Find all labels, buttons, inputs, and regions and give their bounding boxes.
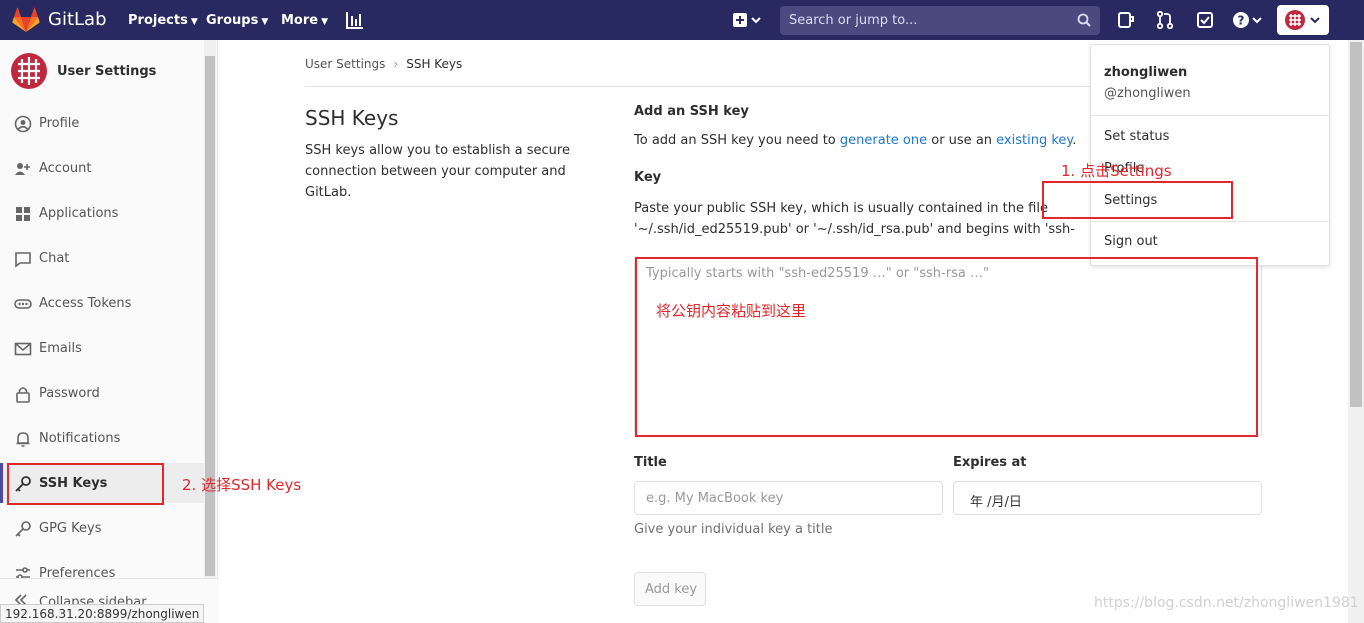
profile-icon [14, 115, 32, 133]
sidebar-item-profile[interactable]: Profile [0, 103, 204, 143]
dropdown-username: zhongliwen [1104, 65, 1188, 80]
search-icon [1077, 13, 1091, 27]
nav-groups[interactable]: Groups ▼ [206, 13, 268, 28]
annotation-step2: 2. 选择SSH Keys [182, 476, 302, 494]
watermark: https://blog.csdn.net/zhongliwen1981 [1094, 595, 1359, 611]
search-placeholder: Search or jump to... [789, 13, 918, 28]
nav-projects[interactable]: Projects ▼ [128, 13, 198, 28]
title-hint: Give your individual key a title [634, 522, 833, 537]
expires-date-placeholder: 年 /月/日 [970, 495, 1022, 510]
chevron-down-icon: ▼ [190, 17, 198, 27]
sidebar-item-notifications[interactable]: Notifications [0, 418, 204, 458]
sidebar-item-applications[interactable]: Applications [0, 193, 204, 233]
chevron-down-icon: ▼ [321, 17, 329, 27]
title-label: Title [634, 455, 667, 470]
page-description: SSH keys allow you to establish a secure… [305, 143, 570, 200]
existing-key-link[interactable]: existing key [996, 133, 1072, 148]
sidebar-item-label: Access Tokens [39, 296, 132, 311]
key-help-text: Paste your public SSH key, which is usua… [634, 201, 1075, 237]
add-text-prefix: To add an SSH key you need to [634, 133, 840, 148]
menu-item-set-status[interactable]: Set status [1104, 129, 1169, 144]
annotation-box-key-textarea [635, 257, 1258, 437]
key-icon [15, 521, 31, 537]
account-icon [15, 163, 30, 175]
applications-icon [16, 207, 30, 221]
annotation-step1: 1. 点击Settings [1061, 162, 1172, 180]
sidebar-item-label: Chat [39, 251, 70, 266]
sidebar-item-account[interactable]: Account [0, 148, 204, 188]
nav-projects-label: Projects [128, 13, 188, 28]
chat-icon [15, 252, 31, 268]
title-input[interactable]: e.g. My MacBook key [634, 481, 943, 515]
status-bar-url: 192.168.31.20:8899/zhongliwen [0, 604, 205, 623]
page-title: SSH Keys [305, 106, 399, 130]
svg-text:?: ? [1238, 14, 1245, 28]
sidebar-item-emails[interactable]: Emails [0, 328, 204, 368]
sidebar-item-password[interactable]: Password [0, 373, 204, 413]
add-text-mid: or use an [927, 133, 997, 148]
annotation-box-settings [1042, 181, 1233, 219]
nav-groups-label: Groups [206, 13, 259, 28]
title-input-placeholder: e.g. My MacBook key [646, 491, 784, 506]
gitlab-logo-icon[interactable] [12, 7, 40, 33]
nav-more[interactable]: More ▼ [281, 13, 328, 28]
divider [1091, 221, 1329, 222]
lock-icon [16, 387, 30, 403]
expires-label: Expires at [953, 455, 1027, 470]
breadcrumb-current[interactable]: SSH Keys [406, 57, 462, 71]
page-scrollbar-thumb[interactable] [1350, 42, 1362, 407]
sidebar-item-access-tokens[interactable]: Access Tokens [0, 283, 204, 323]
sidebar-scrollbar[interactable] [204, 40, 216, 580]
breadcrumb: User Settings › SSH Keys [305, 57, 462, 71]
annotation-paste-note: 将公钥内容粘贴到这里 [656, 302, 807, 320]
user-menu-button[interactable] [1277, 5, 1329, 35]
merge-request-icon[interactable] [1155, 10, 1175, 30]
help-icon[interactable]: ? [1232, 10, 1264, 30]
search-input[interactable]: Search or jump to... [780, 6, 1100, 35]
access-tokens-icon [14, 299, 32, 309]
breadcrumb-parent[interactable]: User Settings [305, 57, 385, 71]
chevron-right-icon: › [393, 57, 399, 71]
nav-more-label: More [281, 13, 319, 28]
sidebar-item-gpg-keys[interactable]: GPG Keys [0, 508, 204, 548]
issues-icon[interactable] [1116, 10, 1136, 30]
sidebar-item-label: Emails [39, 341, 82, 356]
sidebar-item-chat[interactable]: Chat [0, 238, 204, 278]
sidebar-item-label: Account [39, 161, 92, 176]
generate-one-link[interactable]: generate one [840, 133, 927, 148]
divider [1091, 115, 1329, 116]
user-dropdown-menu: zhongliwen @zhongliwen Set status Profil… [1090, 44, 1330, 266]
sidebar-item-label: Notifications [39, 431, 121, 446]
sidebar-scrollbar-thumb[interactable] [205, 56, 215, 576]
sidebar-title[interactable]: User Settings [57, 64, 156, 79]
email-icon [14, 342, 32, 356]
dropdown-handle: @zhongliwen [1104, 86, 1191, 101]
brand-name[interactable]: GitLab [48, 9, 107, 30]
add-ssh-key-text: To add an SSH key you need to generate o… [634, 133, 1076, 148]
user-avatar-icon [11, 53, 47, 89]
chevron-down-icon: ▼ [261, 17, 269, 27]
activity-chart-icon[interactable] [345, 10, 365, 30]
sidebar-item-label: Profile [39, 116, 80, 131]
page-scrollbar[interactable] [1348, 40, 1364, 623]
sidebar-item-label: Password [39, 386, 100, 401]
add-ssh-key-heading: Add an SSH key [634, 104, 749, 119]
add-key-button[interactable]: Add key [634, 572, 706, 606]
add-key-button-label: Add key [645, 582, 698, 597]
bell-icon [16, 432, 30, 447]
user-avatar-icon [1285, 10, 1320, 30]
key-label: Key [634, 170, 662, 185]
sidebar-item-label: GPG Keys [39, 521, 102, 536]
top-navbar: GitLab Projects ▼ Groups ▼ More ▼ Search or… [0, 0, 1364, 40]
todo-icon[interactable] [1195, 10, 1215, 30]
add-text-suffix: . [1072, 133, 1077, 148]
sidebar-item-label: Applications [39, 206, 119, 221]
annotation-box-ssh-keys [7, 463, 164, 505]
new-item-icon[interactable] [731, 10, 763, 30]
expires-date-input[interactable]: 年 /月/日 [953, 481, 1262, 515]
menu-item-sign-out[interactable]: Sign out [1104, 234, 1158, 249]
